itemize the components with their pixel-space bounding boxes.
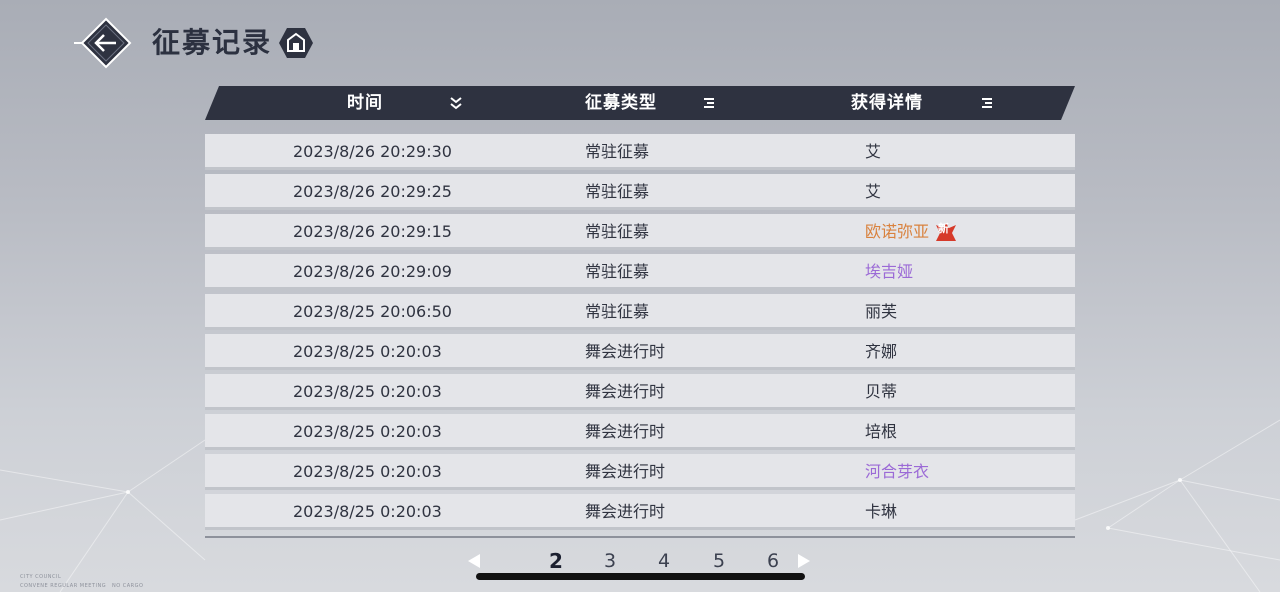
row-detail: 欧诺弥亚新 xyxy=(865,214,957,250)
home-button[interactable] xyxy=(278,26,314,60)
row-detail: 培根 xyxy=(865,422,898,441)
row-type: 舞会进行时 xyxy=(585,462,666,481)
pagination: 2 3 4 5 6 xyxy=(460,546,820,576)
row-detail: 丽芙 xyxy=(865,302,898,321)
table-row: 2023/8/26 20:29:30 常驻征募 艾 xyxy=(205,134,1075,170)
table-row: 2023/8/25 0:20:03 舞会进行时 河合芽衣 xyxy=(205,454,1075,490)
row-time: 2023/8/25 0:20:03 xyxy=(293,462,442,481)
row-type: 常驻征募 xyxy=(585,142,650,161)
page-5[interactable]: 5 xyxy=(713,546,725,576)
row-type: 舞会进行时 xyxy=(585,422,666,441)
record-list: 2023/8/26 20:29:30 常驻征募 艾 2023/8/26 20:2… xyxy=(205,134,1075,534)
page-4[interactable]: 4 xyxy=(658,546,670,576)
row-detail-name: 欧诺弥亚 xyxy=(865,222,930,241)
column-header-type[interactable]: 征募类型 xyxy=(585,86,657,120)
row-time: 2023/8/25 20:06:50 xyxy=(293,302,452,321)
row-detail: 艾 xyxy=(865,142,882,161)
row-time: 2023/8/26 20:29:30 xyxy=(293,142,452,161)
row-type: 舞会进行时 xyxy=(585,342,666,361)
back-button[interactable] xyxy=(74,17,138,71)
page-title: 征募记录 xyxy=(152,26,273,59)
row-type: 常驻征募 xyxy=(585,302,650,321)
row-time: 2023/8/26 20:29:15 xyxy=(293,222,452,241)
table-row: 2023/8/25 20:06:50 常驻征募 丽芙 xyxy=(205,294,1075,330)
row-detail: 埃吉娅 xyxy=(865,262,914,281)
row-detail: 齐娜 xyxy=(865,342,898,361)
row-type: 常驻征募 xyxy=(585,182,650,201)
row-detail: 河合芽衣 xyxy=(865,462,930,481)
home-icon xyxy=(279,28,313,58)
corner-text-2: CONVENE REGULAR MEETING xyxy=(20,583,107,589)
table-bottom-divider xyxy=(205,536,1075,538)
column-header-detail[interactable]: 获得详情 xyxy=(851,86,923,120)
prev-page-icon[interactable] xyxy=(468,554,480,568)
row-type: 常驻征募 xyxy=(585,222,650,241)
table-row: 2023/8/25 0:20:03 舞会进行时 齐娜 xyxy=(205,334,1075,370)
table-row: 2023/8/25 0:20:03 舞会进行时 卡琳 xyxy=(205,494,1075,530)
row-detail: 贝蒂 xyxy=(865,382,898,401)
row-time: 2023/8/26 20:29:09 xyxy=(293,262,452,281)
table-row: 2023/8/26 20:29:25 常驻征募 艾 xyxy=(205,174,1075,210)
corner-text-1: CITY COUNCIL xyxy=(20,574,62,580)
table-header: 时间 征募类型 获得详情 xyxy=(205,86,1075,120)
table-row: 2023/8/25 0:20:03 舞会进行时 培根 xyxy=(205,414,1075,450)
row-type: 舞会进行时 xyxy=(585,502,666,521)
row-time: 2023/8/26 20:29:25 xyxy=(293,182,452,201)
home-indicator[interactable] xyxy=(476,573,805,580)
page-3[interactable]: 3 xyxy=(604,546,616,576)
new-badge: 新 xyxy=(935,219,957,241)
row-detail: 卡琳 xyxy=(865,502,898,521)
page-6[interactable]: 6 xyxy=(767,546,779,576)
row-time: 2023/8/25 0:20:03 xyxy=(293,382,442,401)
sort-descending-icon[interactable] xyxy=(448,95,464,111)
new-badge-label: 新 xyxy=(938,221,950,235)
next-page-icon[interactable] xyxy=(798,554,810,568)
column-header-time[interactable]: 时间 xyxy=(347,86,383,120)
corner-text-3: NO CARGO xyxy=(112,583,144,589)
page-2[interactable]: 2 xyxy=(549,546,563,576)
row-type: 舞会进行时 xyxy=(585,382,666,401)
row-detail: 艾 xyxy=(865,182,882,201)
table-row: 2023/8/25 0:20:03 舞会进行时 贝蒂 xyxy=(205,374,1075,410)
filter-icon[interactable] xyxy=(980,95,996,111)
filter-icon[interactable] xyxy=(702,95,718,111)
row-time: 2023/8/25 0:20:03 xyxy=(293,342,442,361)
back-arrow-icon xyxy=(74,17,132,69)
row-time: 2023/8/25 0:20:03 xyxy=(293,422,442,441)
table-row: 2023/8/26 20:29:09 常驻征募 埃吉娅 xyxy=(205,254,1075,290)
row-type: 常驻征募 xyxy=(585,262,650,281)
row-time: 2023/8/25 0:20:03 xyxy=(293,502,442,521)
table-row: 2023/8/26 20:29:15 常驻征募 欧诺弥亚新 xyxy=(205,214,1075,250)
